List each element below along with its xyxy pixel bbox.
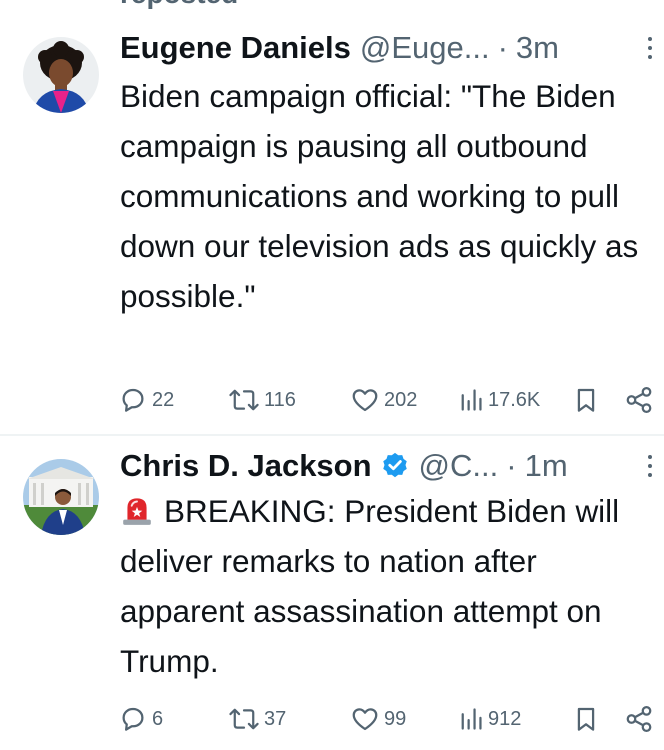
view-count: 17.6K: [488, 388, 541, 411]
views-chart-icon: [461, 708, 482, 730]
tweet-meta: Eugene Daniels @Euge... · 3m: [120, 28, 624, 68]
display-name[interactable]: Eugene Daniels: [120, 28, 351, 68]
tweet-text-container: BREAKING: President Biden will deliver r…: [120, 486, 654, 686]
share-button[interactable]: [624, 383, 654, 417]
timestamp[interactable]: 1m: [525, 446, 568, 486]
like-count: 202: [384, 388, 418, 411]
repost-button[interactable]: 116: [228, 383, 296, 417]
share-icon: [626, 387, 652, 413]
repost-icon: [229, 389, 259, 411]
tweet-meta: Chris D. Jackson @C... · 1m: [120, 446, 624, 486]
repost-count: 37: [264, 707, 287, 730]
tweet-actions: 6 37 99 912: [118, 702, 664, 736]
view-count: 912: [488, 707, 522, 730]
user-handle[interactable]: @C...: [419, 446, 499, 486]
separator-dot: ·: [506, 448, 517, 483]
tweet-text: BREAKING: President Biden will deliver r…: [120, 493, 620, 679]
like-count: 99: [384, 707, 407, 730]
views-button[interactable]: 912: [458, 702, 521, 736]
separator-dot: ·: [497, 30, 508, 65]
timestamp[interactable]: 3m: [516, 28, 559, 68]
display-name[interactable]: Chris D. Jackson: [120, 446, 372, 486]
reply-button[interactable]: 22: [118, 383, 174, 417]
reply-count: 22: [152, 388, 175, 411]
bookmark-icon: [577, 388, 595, 412]
police-siren-icon: [123, 498, 151, 525]
bookmark-icon: [577, 707, 595, 731]
reply-icon: [122, 707, 144, 731]
tweet-actions: 22 116 202 17.6K: [118, 383, 664, 417]
like-button[interactable]: 202: [350, 383, 417, 417]
bookmark-button[interactable]: [573, 702, 599, 736]
reply-icon: [122, 388, 144, 412]
tweet[interactable]: Eugene Daniels @Euge... · 3m Biden campa…: [0, 0, 664, 434]
more-options-icon[interactable]: [646, 37, 654, 63]
tweet-divider: [0, 434, 664, 436]
views-chart-icon: [461, 389, 482, 411]
tweet-text: Biden campaign official: "The Biden camp…: [120, 78, 639, 314]
reply-count: 6: [152, 707, 164, 730]
verified-badge-icon: [382, 452, 407, 478]
repost-count: 116: [264, 388, 296, 411]
more-options-icon[interactable]: [646, 455, 654, 481]
share-button[interactable]: [624, 702, 654, 736]
heart-icon: [352, 708, 378, 731]
repost-icon: [229, 708, 259, 730]
avatar[interactable]: [23, 459, 99, 535]
views-button[interactable]: 17.6K: [458, 383, 540, 417]
tweet[interactable]: Chris D. Jackson @C... · 1m BREAKING: Pr…: [0, 437, 664, 750]
heart-icon: [352, 389, 378, 412]
repost-button[interactable]: 37: [228, 702, 286, 736]
bookmark-button[interactable]: [573, 383, 599, 417]
avatar[interactable]: [23, 37, 99, 113]
user-handle[interactable]: @Euge...: [360, 28, 490, 68]
reply-button[interactable]: 6: [118, 702, 163, 736]
like-button[interactable]: 99: [350, 702, 406, 736]
share-icon: [626, 706, 652, 732]
